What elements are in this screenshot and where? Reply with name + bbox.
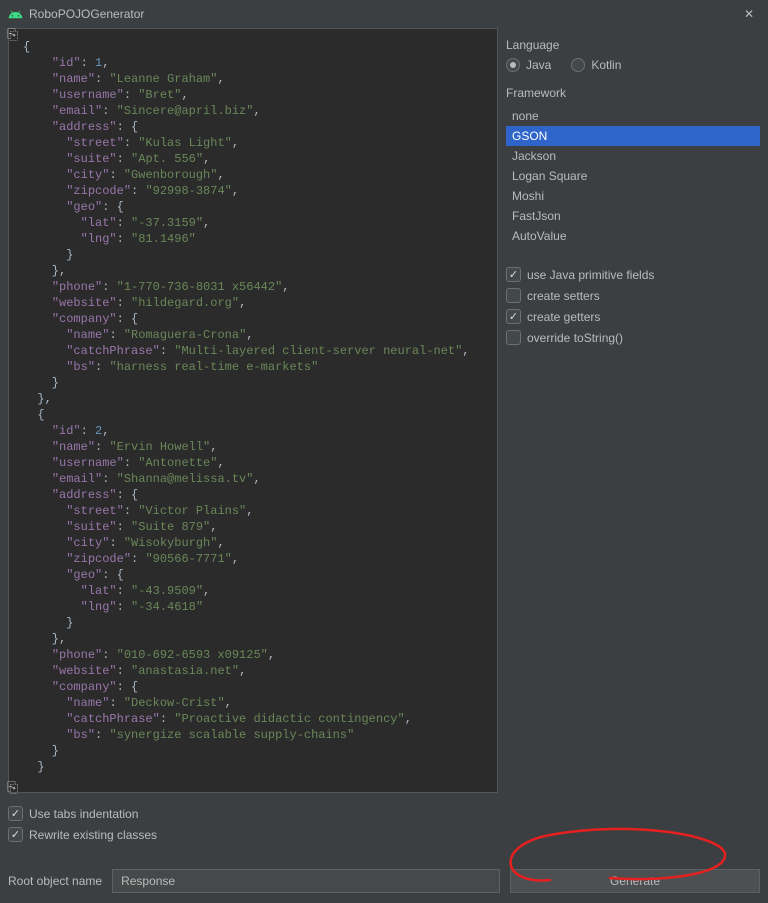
create-setters-checkbox[interactable]: create setters (506, 285, 760, 306)
json-editor[interactable]: ⎘ { "id": 1, "name": "Leanne Graham", "u… (8, 28, 498, 793)
framework-list[interactable]: noneGSONJacksonLogan SquareMoshiFastJson… (506, 106, 760, 246)
generate-button-label: Generate (610, 874, 660, 888)
framework-item[interactable]: none (506, 106, 760, 126)
clip-handle-bottom-icon: ⎘ (7, 780, 18, 794)
use-tabs-indentation-checkbox[interactable]: ✓ Use tabs indentation (8, 803, 498, 824)
use-tabs-indentation-label: Use tabs indentation (29, 807, 138, 821)
clip-handle-top-icon: ⎘ (7, 27, 18, 41)
override-tostring-checkbox[interactable]: override toString() (506, 327, 760, 348)
framework-item[interactable]: GSON (506, 126, 760, 146)
framework-item[interactable]: AutoValue (506, 226, 760, 246)
rewrite-existing-classes-checkbox[interactable]: ✓ Rewrite existing classes (8, 824, 498, 845)
framework-item[interactable]: Jackson (506, 146, 760, 166)
language-radio-kotlin[interactable]: Kotlin (571, 58, 621, 72)
use-primitive-fields-checkbox[interactable]: ✓ use Java primitive fields (506, 264, 760, 285)
root-object-name-label: Root object name (8, 874, 102, 888)
generate-button[interactable]: Generate (510, 869, 760, 893)
window-title: RoboPOJOGenerator (29, 7, 738, 21)
framework-item[interactable]: Moshi (506, 186, 760, 206)
root-object-name-input[interactable] (112, 869, 500, 893)
android-icon (8, 7, 23, 22)
rewrite-existing-classes-label: Rewrite existing classes (29, 828, 157, 842)
override-tostring-label: override toString() (527, 331, 623, 345)
framework-item[interactable]: FastJson (506, 206, 760, 226)
language-radio-kotlin-label: Kotlin (591, 58, 621, 72)
language-section-label: Language (506, 38, 760, 52)
create-getters-label: create getters (527, 310, 600, 324)
language-radio-java-label: Java (526, 58, 551, 72)
create-getters-checkbox[interactable]: ✓ create getters (506, 306, 760, 327)
framework-section-label: Framework (506, 86, 760, 100)
framework-item[interactable]: Logan Square (506, 166, 760, 186)
create-setters-label: create setters (527, 289, 600, 303)
close-icon[interactable]: ✕ (738, 5, 760, 23)
language-radio-java[interactable]: Java (506, 58, 551, 72)
titlebar: RoboPOJOGenerator ✕ (0, 0, 768, 28)
use-primitive-fields-label: use Java primitive fields (527, 268, 654, 282)
